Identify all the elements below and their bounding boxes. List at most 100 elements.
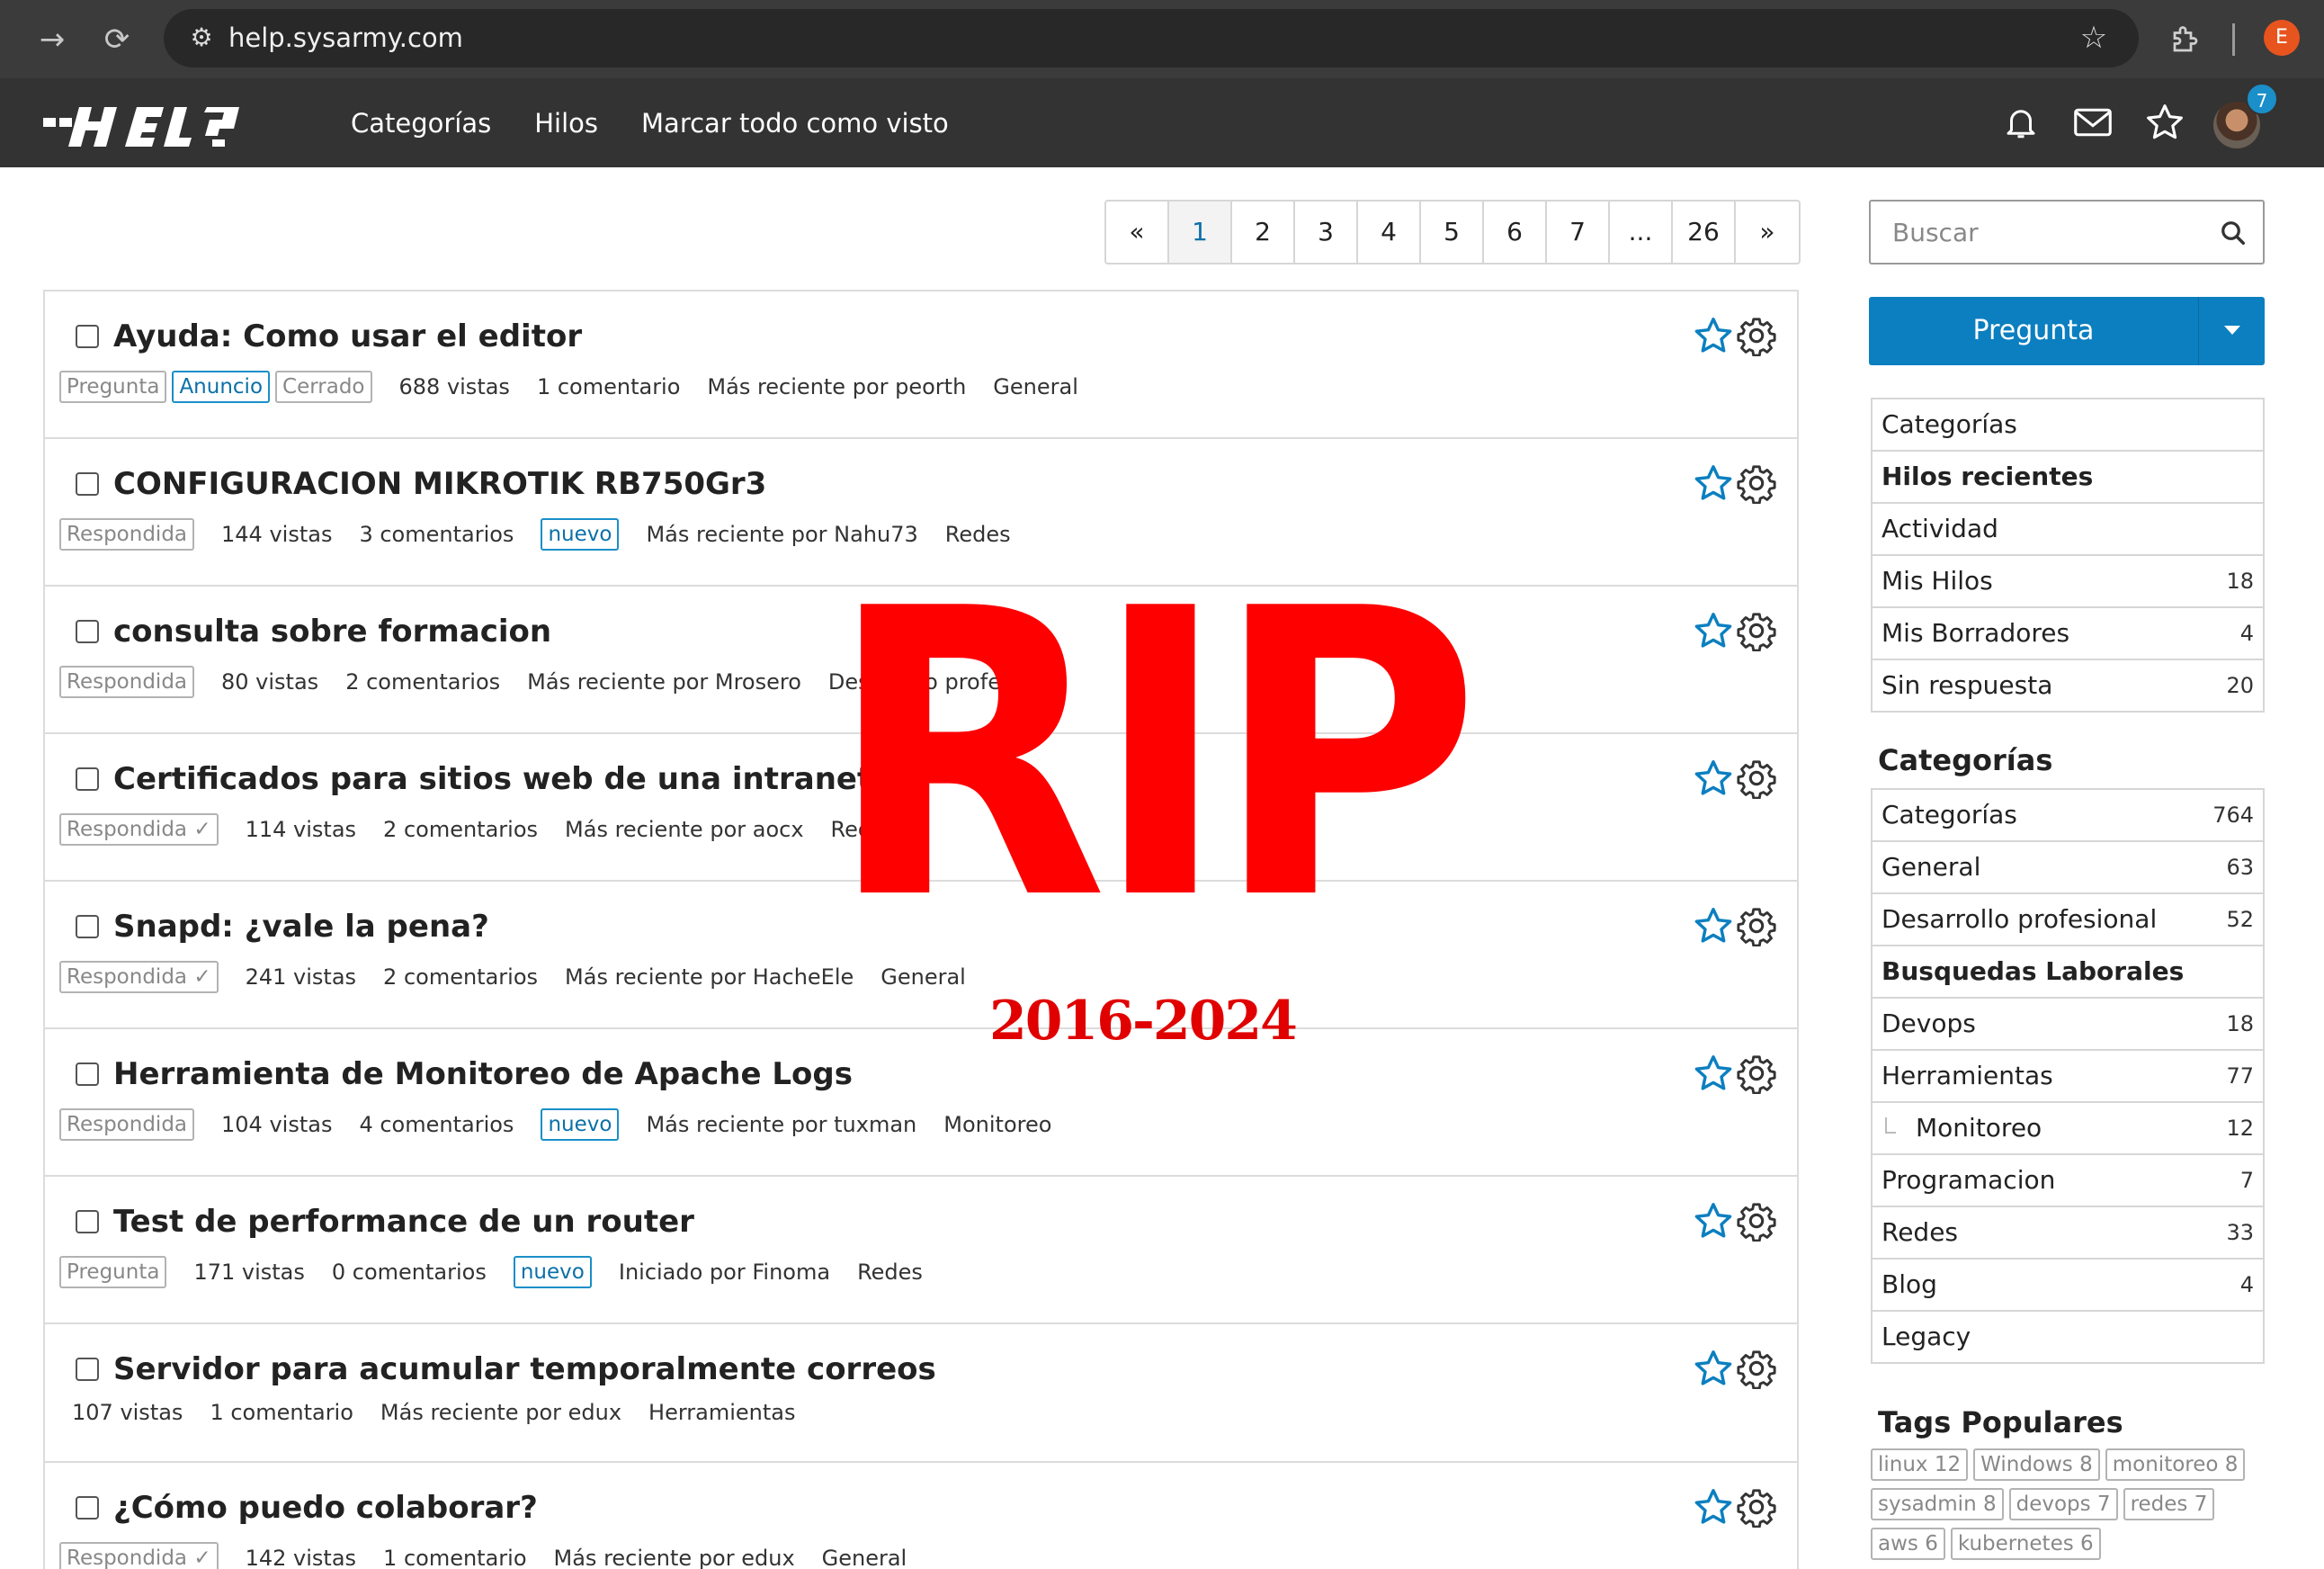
thread-checkbox[interactable] [76,325,99,348]
thread-latest-author[interactable]: Más reciente por edux [554,1546,795,1569]
gear-icon[interactable] [1736,1200,1777,1242]
thread-checkbox[interactable] [76,1496,99,1520]
sidebar-item[interactable]: Categorías 764 [1873,790,2263,842]
thread-checkbox[interactable] [76,1210,99,1233]
site-settings-icon[interactable]: ⚙ [182,18,221,58]
pager-item[interactable]: 4 [1358,202,1421,263]
pager-item[interactable]: 7 [1547,202,1610,263]
forward-arrow-icon[interactable]: → [32,20,72,59]
thread-latest-author[interactable]: Más reciente por Mrosero [527,669,801,695]
gear-icon[interactable] [1736,1486,1777,1529]
address-bar[interactable]: ⚙ help.sysarmy.com ☆ [164,9,2139,67]
pager-item[interactable]: 1 [1169,202,1232,263]
sidebar-item[interactable]: Mis Borradores 4 [1873,608,2263,660]
thread-tag[interactable]: Respondida ✓ [59,961,219,993]
popular-tag[interactable]: sysadmin 8 [1871,1488,2004,1520]
ask-dropdown-caret-icon[interactable] [2198,297,2265,365]
thread-title-link[interactable]: Test de performance de un router [113,1204,694,1240]
thread-category-link[interactable]: Monitoreo [943,1112,1051,1137]
sidebar-item[interactable]: General 63 [1873,842,2263,894]
gear-icon[interactable] [1736,462,1777,505]
thread-checkbox[interactable] [76,472,99,496]
pager-item[interactable]: 3 [1295,202,1358,263]
bookmark-star-icon[interactable] [1693,905,1734,946]
nav-categorias[interactable]: Categorías [351,108,491,139]
gear-icon[interactable] [1736,315,1777,357]
thread-checkbox[interactable] [76,767,99,791]
thread-tag[interactable]: Respondida ✓ [59,1542,219,1569]
bookmark-star-icon[interactable] [1693,1486,1734,1528]
envelope-icon[interactable] [2070,100,2115,145]
thread-tag[interactable]: Respondida [59,666,195,698]
pager-item[interactable]: 2 [1232,202,1295,263]
popular-tag[interactable]: monitoreo 8 [2105,1448,2246,1481]
thread-checkbox[interactable] [76,1358,99,1381]
thread-title-link[interactable]: Servidor para acumular temporalmente cor… [113,1351,936,1387]
sidebar-item[interactable]: Legacy [1873,1312,2263,1364]
thread-latest-author[interactable]: Más reciente por peorth [707,374,966,399]
thread-title-link[interactable]: Herramienta de Monitoreo de Apache Logs [113,1056,853,1092]
bookmark-star-icon[interactable] [1693,1200,1734,1242]
nav-mark-all-read[interactable]: Marcar todo como visto [641,108,949,139]
sidebar-item[interactable]: Monitoreo 12 [1873,1103,2263,1155]
ask-question-button[interactable]: Pregunta [1869,297,2265,365]
reload-icon[interactable]: ⟳ [97,20,137,59]
bookmark-star-icon[interactable] [1693,315,1734,356]
gear-icon[interactable] [1736,905,1777,947]
bookmark-star-icon[interactable] [1693,1348,1734,1389]
sidebar-item[interactable]: Hilos recientes [1873,452,2263,504]
thread-checkbox[interactable] [76,1062,99,1086]
search-icon[interactable] [2220,220,2247,247]
gear-icon[interactable] [1736,1053,1777,1095]
thread-tag[interactable]: Cerrado [275,371,372,403]
thread-category-link[interactable]: General [993,374,1078,399]
sidebar-item[interactable]: Sin respuesta 20 [1873,660,2263,713]
ask-question-label[interactable]: Pregunta [1869,297,2198,365]
sidebar-item[interactable]: Devops 18 [1873,999,2263,1051]
sidebar-item[interactable]: Mis Hilos 18 [1873,556,2263,608]
bell-icon[interactable] [1998,100,2043,145]
pager-item[interactable]: 26 [1673,202,1736,263]
bookmark-star-icon[interactable] [1693,610,1734,651]
extensions-icon[interactable] [2166,20,2205,59]
popular-tag[interactable]: redes 7 [2123,1488,2215,1520]
bookmark-star-icon[interactable] [1693,462,1734,504]
sidebar-item[interactable]: Desarrollo profesional 52 [1873,894,2263,946]
thread-latest-author[interactable]: Más reciente por HacheEle [565,964,854,990]
url-text[interactable]: help.sysarmy.com [228,9,463,67]
thread-tag[interactable]: Respondida [59,518,195,551]
pager-item[interactable]: ... [1610,202,1673,263]
popular-tag[interactable]: kubernetes 6 [1950,1528,2101,1560]
thread-title-link[interactable]: ¿Cómo puedo colaborar? [113,1490,538,1526]
thread-tag[interactable]: Anuncio [172,371,271,403]
popular-tag[interactable]: linux 12 [1871,1448,1969,1481]
thread-tag[interactable]: Respondida ✓ [59,813,219,846]
browser-profile-avatar[interactable]: E [2264,20,2300,56]
pager-item[interactable]: 5 [1421,202,1484,263]
bookmark-star-icon[interactable]: ☆ [2074,18,2114,58]
sidebar-item[interactable]: Redes 33 [1873,1207,2263,1260]
thread-title-link[interactable]: Ayuda: Como usar el editor [113,318,582,354]
thread-tag[interactable]: Pregunta [59,1256,167,1288]
site-logo[interactable] [43,98,268,148]
thread-latest-author[interactable]: Más reciente por aocx [565,817,804,842]
gear-icon[interactable] [1736,758,1777,800]
gear-icon[interactable] [1736,1348,1777,1390]
popular-tag[interactable]: aws 6 [1871,1528,1945,1560]
search-input[interactable] [1871,202,2212,263]
thread-latest-author[interactable]: Más reciente por tuxman [646,1112,916,1137]
thread-checkbox[interactable] [76,915,99,938]
pager-item[interactable]: 6 [1484,202,1547,263]
thread-title-link[interactable]: Snapd: ¿vale la pena? [113,909,489,945]
thread-category-link[interactable]: General [822,1546,907,1569]
thread-title-link[interactable]: consulta sobre formacion [113,614,551,650]
thread-title-link[interactable]: Certificados para sitios web de una intr… [113,761,872,797]
pager-item[interactable]: » [1736,202,1799,263]
bookmarks-star-icon[interactable] [2142,100,2187,145]
popular-tag[interactable]: Windows 8 [1973,1448,2100,1481]
thread-latest-author[interactable]: Iniciado por Finoma [619,1260,830,1285]
nav-hilos[interactable]: Hilos [534,108,598,139]
sidebar-item[interactable]: Actividad [1873,504,2263,556]
popular-tag[interactable]: devops 7 [2008,1488,2118,1520]
thread-category-link[interactable]: Redes [857,1260,923,1285]
